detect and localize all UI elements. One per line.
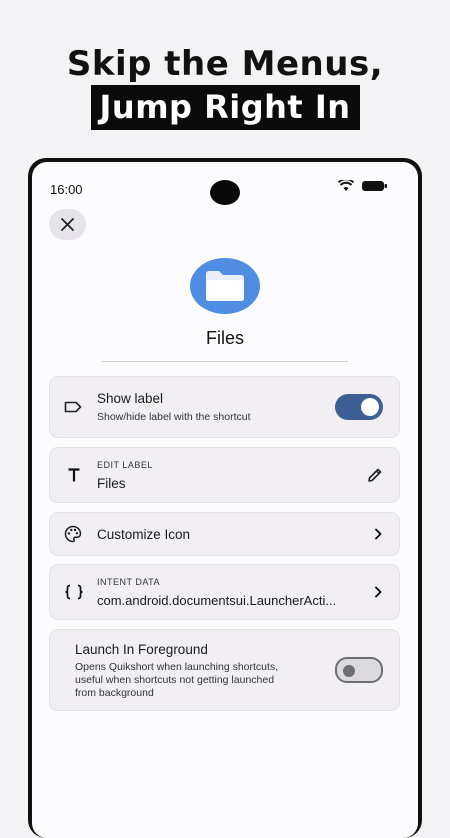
text-format-icon (68, 468, 80, 482)
chevron-right-icon (373, 528, 383, 540)
launch-foreground-card[interactable]: Launch In Foreground Opens Quikshort whe… (49, 629, 400, 711)
toggle-knob (343, 665, 355, 677)
launch-foreground-subtitle-2: useful when shortcuts not getting launch… (75, 674, 275, 686)
toggle-knob (361, 398, 379, 416)
intent-data-card[interactable]: INTENT DATA com.android.documentsui.Laun… (49, 564, 400, 620)
promo-headline: Skip the Menus, (66, 44, 384, 84)
label-icon (64, 401, 82, 413)
intent-data-overline: INTENT DATA (97, 577, 161, 587)
toggle-track (335, 657, 383, 683)
app-icon[interactable] (190, 258, 260, 314)
edit-pencil-button[interactable] (367, 467, 383, 483)
intent-data-value: com.android.documentsui.LauncherActi... (97, 593, 337, 608)
chevron-right-icon (373, 586, 383, 598)
edit-label-card[interactable]: EDIT LABEL Files (49, 447, 400, 503)
app-screen: 16:00 Files Show label Show/hide label w… (32, 162, 418, 838)
show-label-subtitle: Show/hide label with the shortcut (97, 411, 251, 423)
wifi-icon (338, 180, 354, 191)
pencil-icon (368, 468, 382, 482)
folder-icon (206, 271, 244, 301)
customize-icon-title: Customize Icon (97, 527, 191, 542)
divider (102, 361, 348, 362)
status-time: 16:00 (50, 182, 83, 197)
edit-label-value: Files (97, 476, 126, 491)
app-name: Files (205, 328, 244, 348)
data-object-icon (64, 584, 84, 600)
phone-frame: 16:00 Files Show label Show/hide label w… (28, 158, 422, 838)
battery-icon (362, 181, 387, 191)
promo-subheadline-wrap: Jump Right In (0, 85, 450, 130)
show-label-title: Show label (97, 391, 164, 406)
camera-cutout (210, 180, 240, 205)
launch-foreground-subtitle-1: Opens Quikshort when launching shortcuts… (75, 661, 279, 673)
customize-icon-card[interactable]: Customize Icon (49, 512, 400, 556)
promo-subheadline: Jump Right In (90, 85, 360, 130)
launch-foreground-title: Launch In Foreground (75, 642, 208, 657)
launch-foreground-toggle[interactable] (335, 657, 383, 683)
palette-icon (64, 525, 82, 543)
edit-label-overline: EDIT LABEL (97, 460, 153, 470)
show-label-toggle[interactable] (335, 394, 383, 420)
close-button[interactable] (49, 209, 86, 240)
close-icon (61, 218, 74, 231)
status-icons (338, 180, 388, 192)
toggle-track (335, 394, 383, 420)
show-label-card[interactable]: Show label Show/hide label with the shor… (49, 376, 400, 438)
launch-foreground-subtitle-3: from background (75, 687, 154, 699)
